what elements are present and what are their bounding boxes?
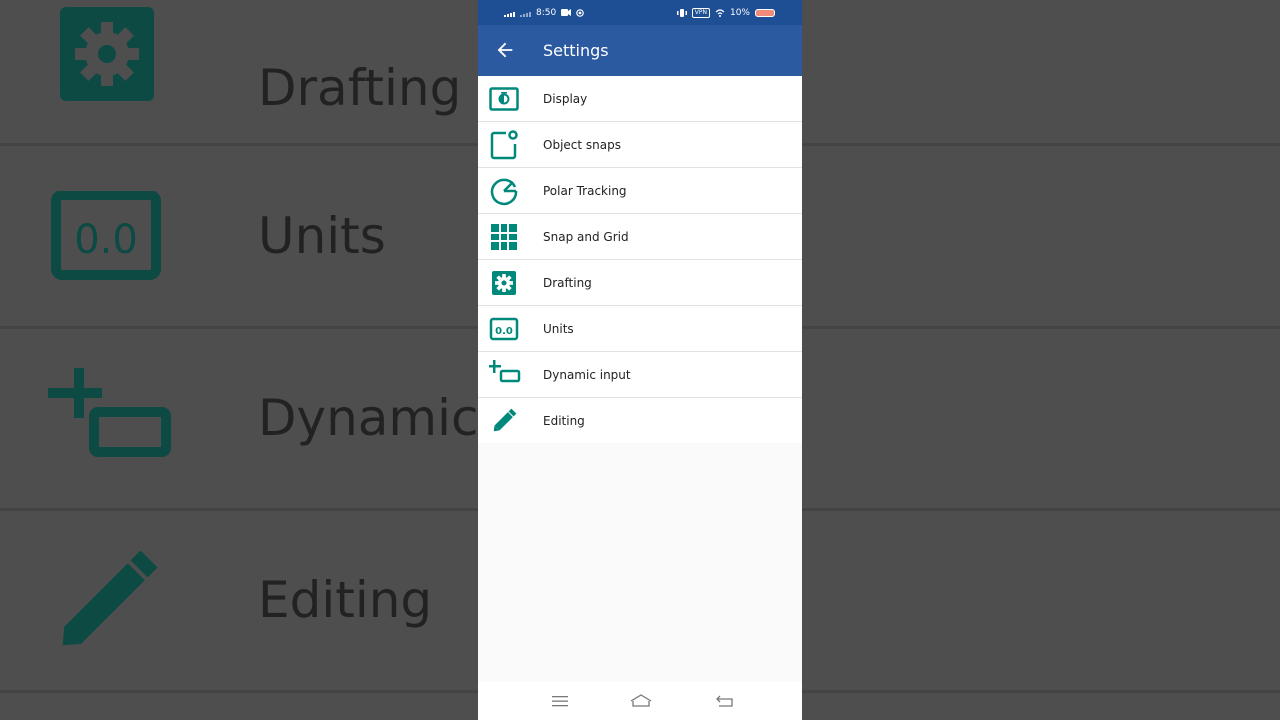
settings-item-label: Display [543, 91, 588, 106]
settings-item-label: Units [543, 321, 574, 336]
settings-item-label: Drafting [543, 275, 592, 290]
pencil-icon [48, 545, 168, 655]
arrow-back-icon[interactable] [494, 39, 516, 61]
settings-item-display[interactable]: Display [478, 76, 802, 122]
settings-item-snap-grid[interactable]: Snap and Grid [478, 214, 802, 260]
settings-item-label: Snap and Grid [543, 229, 629, 244]
polar-tracking-icon [489, 176, 519, 206]
settings-item-polar-tracking[interactable]: Polar Tracking [478, 168, 802, 214]
display-icon [489, 84, 519, 114]
dynamic-input-icon [489, 360, 521, 390]
vibrate-icon [676, 8, 687, 17]
object-snaps-icon [489, 130, 519, 160]
dynamic-input-icon [48, 368, 178, 468]
settings-item-dynamic-input[interactable]: Dynamic input [478, 352, 802, 398]
bg-label: Editing [258, 571, 433, 629]
bg-label: Units [258, 207, 386, 265]
app-bar: Settings [478, 25, 802, 76]
bg-label: Drafting [258, 59, 462, 117]
settings-item-label: Dynamic input [543, 367, 631, 382]
bg-units-text: 0.0 [74, 217, 138, 263]
phone-screen: 8:50 VPN 10% Settings Display Object sna… [478, 0, 802, 720]
settings-item-label: Polar Tracking [543, 183, 627, 198]
battery-percent: 10% [729, 7, 750, 18]
system-nav-bar [478, 682, 802, 720]
menu-icon[interactable] [550, 693, 570, 709]
battery-icon [755, 8, 775, 17]
settings-item-object-snaps[interactable]: Object snaps [478, 122, 802, 168]
vpn-badge: VPN [691, 7, 710, 18]
grid-icon [489, 222, 519, 252]
status-time: 8:50 [536, 7, 557, 18]
record-icon [576, 8, 585, 17]
back-nav-icon[interactable] [715, 693, 735, 709]
status-bar: 8:50 VPN 10% [478, 0, 802, 25]
units-icon-text: 0.0 [495, 326, 513, 337]
pencil-icon [489, 406, 519, 436]
units-icon: 0.0 [48, 191, 168, 281]
settings-list: Display Object snaps Polar Tracking Snap… [478, 76, 802, 443]
settings-item-label: Object snaps [543, 137, 621, 152]
video-icon [561, 9, 572, 16]
gear-icon [489, 268, 519, 298]
page-title: Settings [543, 41, 609, 60]
settings-item-label: Editing [543, 413, 585, 428]
units-icon: 0.0 [489, 314, 519, 344]
gear-icon [48, 3, 158, 103]
signal-icon [504, 9, 515, 17]
home-icon[interactable] [630, 693, 652, 709]
signal-2-icon [520, 9, 531, 17]
settings-item-units[interactable]: 0.0 Units [478, 306, 802, 352]
settings-item-editing[interactable]: Editing [478, 398, 802, 443]
settings-item-drafting[interactable]: Drafting [478, 260, 802, 306]
wifi-icon [715, 8, 725, 17]
